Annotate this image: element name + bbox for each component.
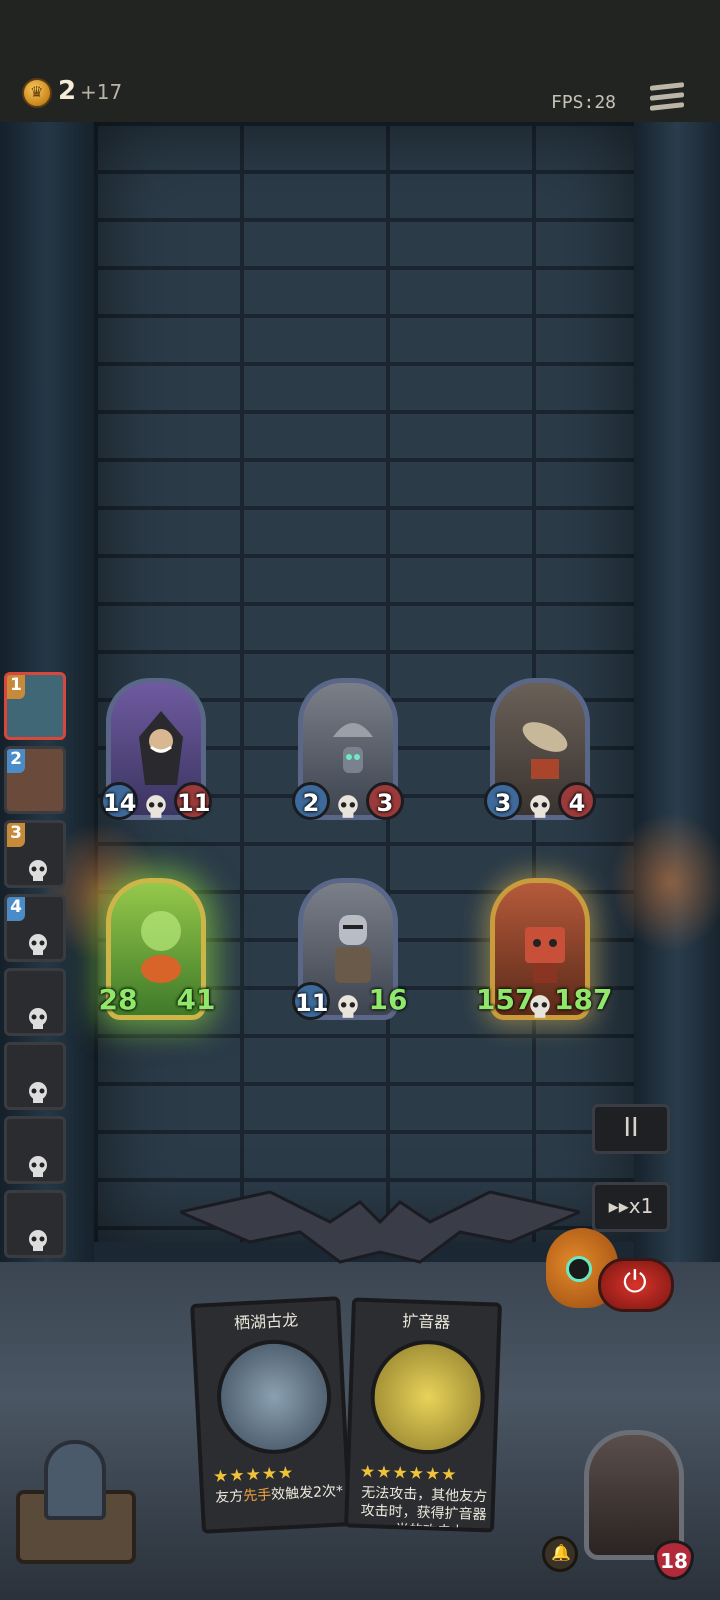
- armored-knight-icon: [335, 915, 371, 983]
- pumpkin-eye: [566, 1256, 592, 1282]
- skull-icon: [29, 1156, 47, 1177]
- skull-icon: [530, 795, 550, 818]
- robot-bell-icon: [333, 723, 373, 773]
- player-card-green-spirit[interactable]: 28 41: [99, 878, 215, 1038]
- hand-card-amplifier[interactable]: 扩音器 ★★★★★★ 无法攻击，其他友方攻击时，获得扩音器一半的攻击力: [344, 1297, 502, 1533]
- attack-stat: 11: [292, 982, 330, 1020]
- hand-card-lake-dragon[interactable]: 栖湖古龙 ★★★★★ 友方先手效触发2次*: [190, 1296, 352, 1534]
- rocket-crate-icon: [522, 722, 568, 779]
- right-torch-icon: [610, 812, 720, 952]
- menu-icon-bar: [650, 82, 684, 91]
- skull-icon: [29, 934, 47, 955]
- desc-suffix: 效触发2次*: [270, 1483, 344, 1504]
- health-stat: 11: [174, 782, 212, 820]
- hero-health: 18: [654, 1540, 694, 1580]
- attack-stat: 157: [476, 983, 535, 1016]
- player-card-armored-knight[interactable]: 11 16: [292, 878, 407, 1038]
- power-button[interactable]: [598, 1258, 674, 1312]
- attack-stat: 3: [484, 782, 522, 820]
- skull-icon: [146, 795, 166, 818]
- skull-icon: [29, 860, 47, 881]
- skull-icon: [338, 995, 358, 1018]
- deck-top-card: [44, 1440, 106, 1520]
- star-rating: ★★★★★★: [359, 1461, 458, 1486]
- health-stat: 3: [366, 782, 404, 820]
- queue-slot[interactable]: 3: [4, 820, 66, 888]
- health-stat: 41: [176, 983, 216, 1016]
- speed-label: ▸▸x1: [608, 1194, 654, 1218]
- queue-slot[interactable]: [4, 1116, 66, 1184]
- desc-prefix: 友方: [214, 1488, 244, 1507]
- menu-icon-bar: [650, 92, 684, 101]
- top-bar: 2 +17 FPS:28: [0, 0, 720, 122]
- health-stat: 187: [554, 983, 613, 1016]
- skull-icon: [29, 1082, 47, 1103]
- fps-counter: FPS:28: [551, 92, 617, 113]
- deck-chest[interactable]: [6, 1430, 146, 1580]
- bell-icon[interactable]: [542, 1536, 578, 1572]
- queue-slot[interactable]: 4: [4, 894, 66, 962]
- queue-slot[interactable]: 2: [4, 746, 66, 814]
- gold-coin-icon: [22, 78, 52, 108]
- hooded-rogue-icon: [139, 711, 183, 785]
- attack-stat: 2: [292, 782, 330, 820]
- queue-slot[interactable]: [4, 1190, 66, 1258]
- hero-portrait[interactable]: 18: [578, 1430, 698, 1590]
- attack-stat: 14: [100, 782, 138, 820]
- hand-card-title: 栖湖古龙: [233, 1310, 299, 1333]
- lake-dragon-icon: [214, 1336, 334, 1457]
- pause-button[interactable]: II: [592, 1104, 670, 1154]
- player-card-red-golem[interactable]: 157 187: [476, 878, 612, 1038]
- queue-slot[interactable]: 1: [4, 672, 66, 740]
- red-golem-icon: [525, 927, 565, 983]
- skull-icon: [530, 995, 550, 1018]
- queue-slot[interactable]: [4, 968, 66, 1036]
- menu-icon-bar: [650, 102, 684, 111]
- attack-stat: 28: [98, 983, 138, 1016]
- hand-card-title: 扩音器: [401, 1311, 451, 1332]
- enemy-card-rocket-crate[interactable]: 3 4: [484, 678, 596, 838]
- queue-order: 4: [7, 897, 25, 921]
- enemy-card-robot-bell[interactable]: 2 3: [292, 678, 404, 838]
- bat-emblem-icon: [180, 1190, 580, 1264]
- desc-keyword: 先手: [242, 1487, 272, 1505]
- skull-icon: [338, 795, 358, 818]
- health-stat: 16: [368, 983, 408, 1016]
- enemy-card-hooded-rogue[interactable]: 14 11: [100, 678, 212, 838]
- speed-button[interactable]: ▸▸x1: [592, 1182, 670, 1232]
- gold-increment: +17: [80, 80, 123, 104]
- queue-slot[interactable]: [4, 1042, 66, 1110]
- queue-order: 3: [7, 823, 25, 847]
- green-spirit-icon: [141, 911, 181, 983]
- skull-icon: [29, 1008, 47, 1029]
- gold-amount: 2: [58, 76, 77, 106]
- queue-order: 1: [7, 675, 25, 699]
- pause-icon: II: [623, 1113, 639, 1143]
- menu-button[interactable]: [650, 82, 684, 116]
- queue-order: 2: [7, 749, 25, 773]
- hand-card-desc: 无法攻击，其他友方攻击时，获得扩音器一半的攻击力: [360, 1484, 488, 1533]
- health-stat: 4: [558, 782, 596, 820]
- skull-icon: [29, 1230, 47, 1251]
- amplifier-icon: [368, 1338, 487, 1457]
- star-rating: ★★★★★: [212, 1462, 295, 1488]
